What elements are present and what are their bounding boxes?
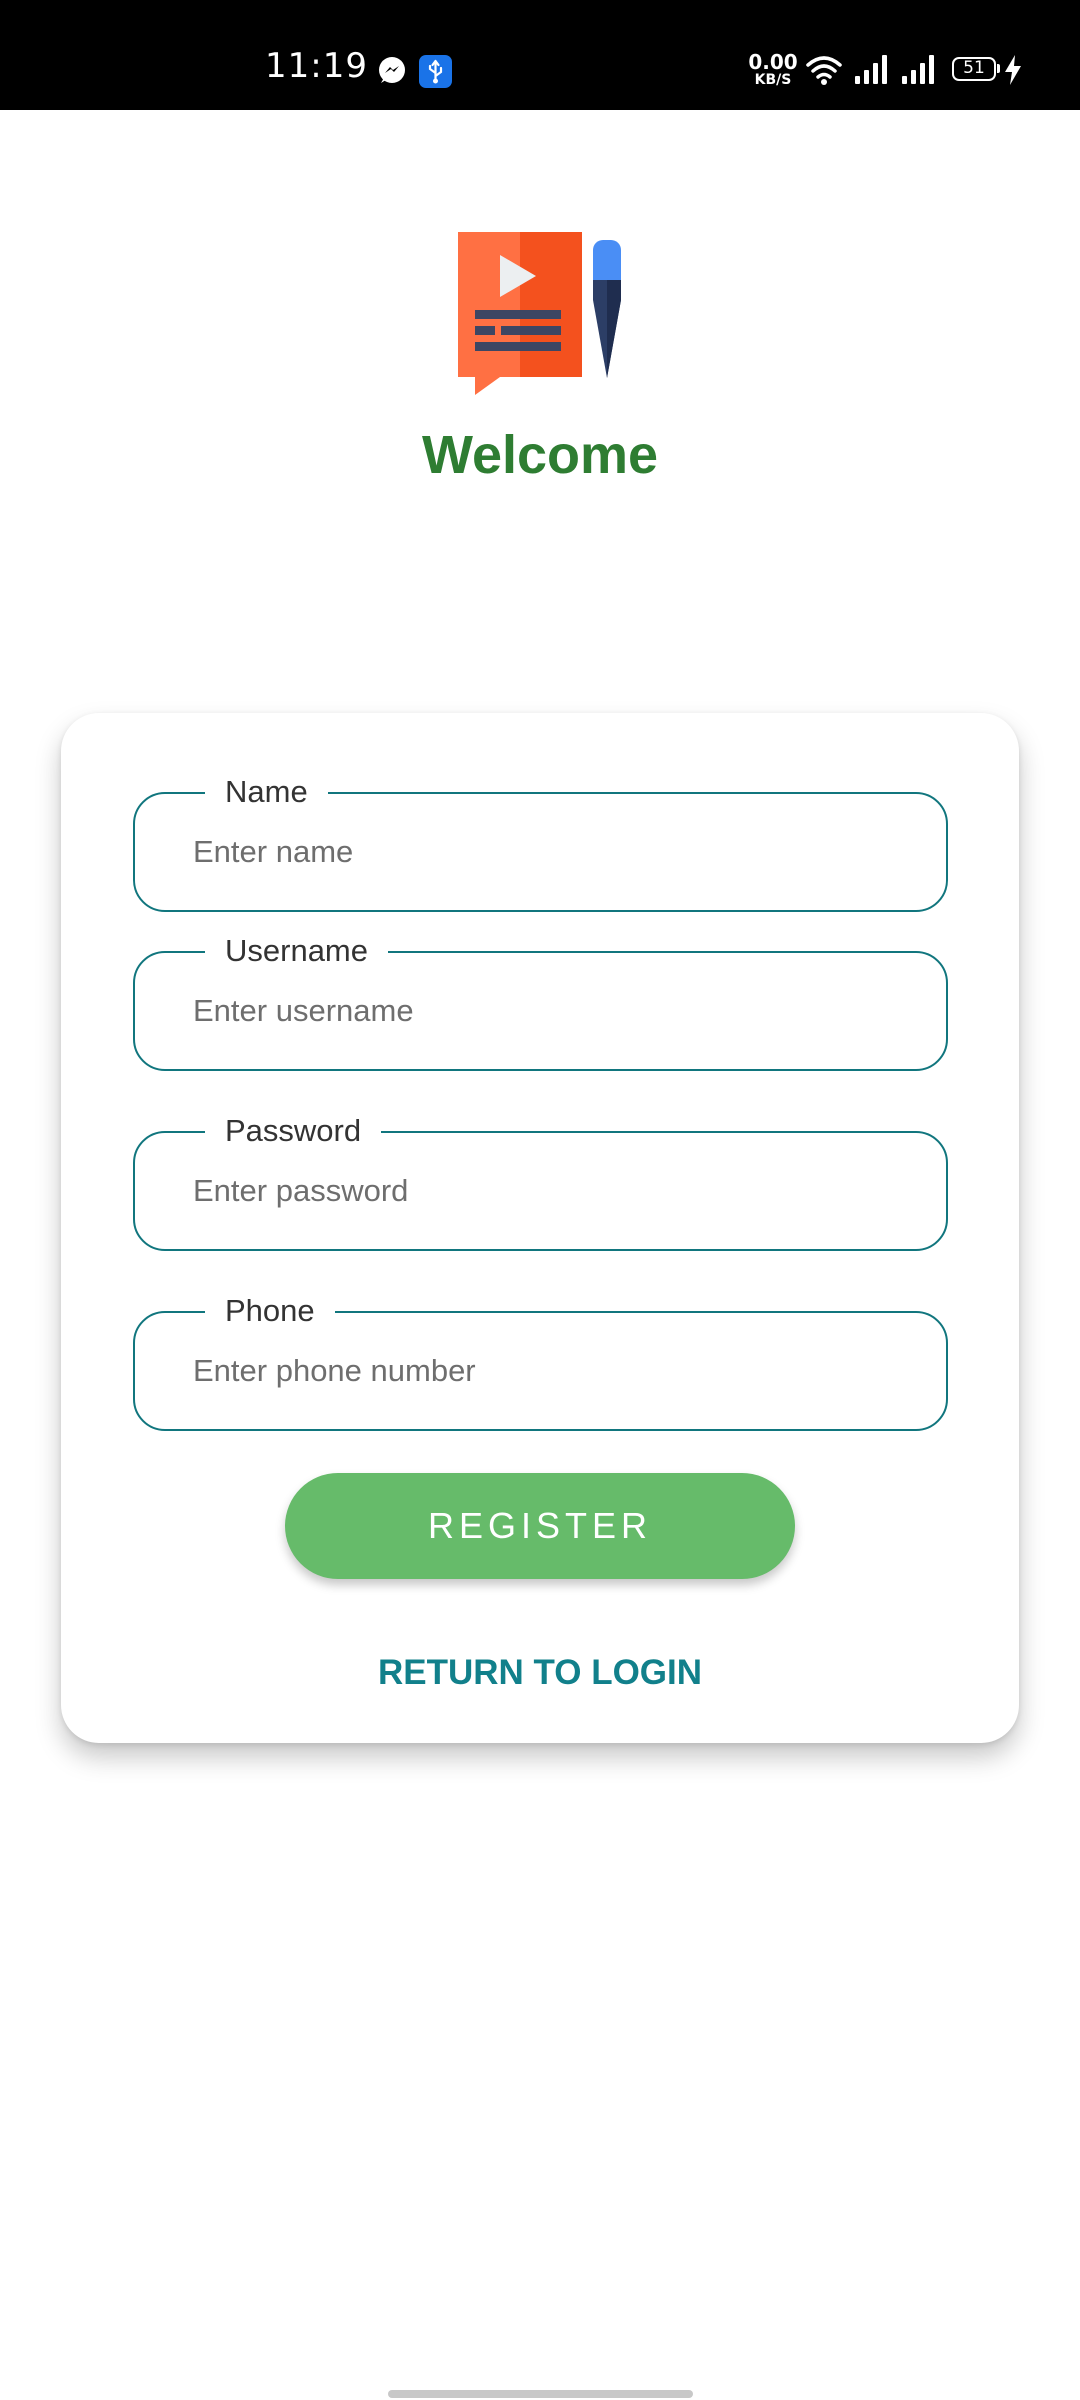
phone-field-label: Phone (205, 1291, 335, 1331)
home-indicator[interactable] (388, 2390, 693, 2398)
return-to-login-link[interactable]: RETURN TO LOGIN (61, 1653, 1019, 1693)
charging-icon (1005, 55, 1021, 85)
signal-icon (855, 55, 887, 84)
wifi-icon (806, 56, 842, 85)
network-speed-unit: KB/S (754, 72, 792, 88)
name-field-label: Name (205, 772, 328, 812)
usb-debug-icon (419, 55, 452, 88)
page-title: Welcome (421, 425, 659, 485)
password-field: Password (133, 1111, 948, 1251)
name-input[interactable] (193, 824, 893, 880)
username-field-label: Username (205, 931, 388, 971)
battery-indicator: 51 (952, 57, 1000, 81)
register-card: Name Username Password Phone REGISTER RE… (61, 713, 1019, 1743)
password-input[interactable] (193, 1163, 893, 1219)
register-button[interactable]: REGISTER (285, 1473, 795, 1579)
password-field-label: Password (205, 1111, 382, 1151)
network-speed-value: 0.00 (748, 50, 798, 74)
phone-input[interactable] (193, 1343, 893, 1399)
username-input[interactable] (193, 983, 893, 1039)
status-bar: 11:19 0.00 KB/S 51 (0, 0, 1080, 110)
signal-icon (902, 55, 934, 84)
network-speed: 0.00 KB/S (748, 52, 798, 87)
messenger-icon (379, 57, 405, 83)
name-field: Name (133, 772, 948, 912)
username-field: Username (133, 931, 948, 1071)
video-document-pen-icon (458, 232, 621, 395)
status-time: 11:19 (265, 46, 368, 86)
phone-field: Phone (133, 1291, 948, 1431)
